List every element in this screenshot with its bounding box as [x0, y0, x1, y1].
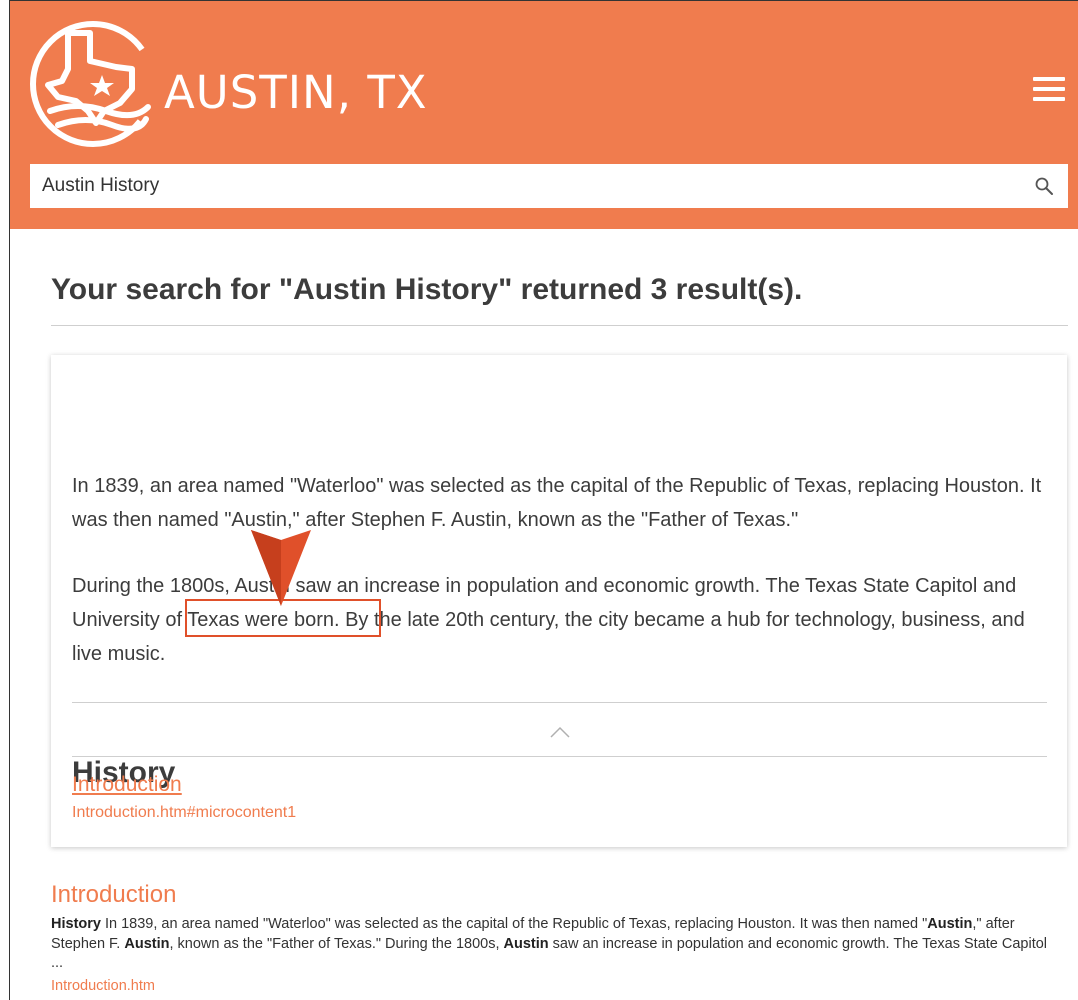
- hamburger-icon-bar: [1033, 77, 1065, 81]
- search-box: [30, 164, 1068, 208]
- browser-frame: AUSTIN, TX Your search for "Austin Histo…: [9, 0, 1078, 1000]
- paragraph-text: During the 1800s, Austin saw an increase…: [72, 575, 1017, 597]
- pointer-marker-icon: [251, 530, 311, 606]
- hamburger-menu-button[interactable]: [1033, 77, 1067, 105]
- snippet-text: , known as the "Father of Texas." During…: [169, 935, 504, 952]
- snippet-bold-term: Austin: [927, 916, 973, 932]
- result-url-link[interactable]: Introduction.htm: [51, 978, 155, 994]
- results-heading: Your search for "Austin History" returne…: [51, 273, 803, 306]
- search-input[interactable]: [30, 164, 1010, 208]
- result-snippet: History In 1839, an area named "Waterloo…: [51, 915, 1061, 974]
- search-icon[interactable]: [1034, 176, 1054, 196]
- card-url: Introduction.htm#microcontent1: [72, 804, 297, 821]
- heading-divider: [51, 325, 1068, 326]
- snippet-bold-term: History: [51, 916, 101, 932]
- site-header: AUSTIN, TX: [10, 1, 1078, 229]
- snippet-text: In 1839, an area named "Waterloo" was se…: [100, 916, 928, 932]
- hamburger-icon-bar: [1033, 87, 1065, 91]
- card-divider: [72, 756, 1047, 757]
- card-divider: [72, 702, 1047, 703]
- featured-result-card: History In 1839, an area named "Waterloo…: [51, 355, 1067, 847]
- snippet-bold-term: Austin: [124, 935, 170, 952]
- texas-logo-icon[interactable]: [28, 19, 158, 149]
- site-brand[interactable]: AUSTIN, TX: [164, 65, 428, 121]
- result-title-link[interactable]: Introduction: [51, 881, 176, 909]
- chevron-up-icon[interactable]: [549, 725, 571, 739]
- hamburger-icon-bar: [1033, 97, 1065, 101]
- card-link-introduction[interactable]: Introduction: [72, 773, 182, 797]
- snippet-bold-term: Austin: [503, 935, 549, 952]
- card-paragraph: In 1839, an area named "Waterloo" was se…: [72, 475, 1042, 531]
